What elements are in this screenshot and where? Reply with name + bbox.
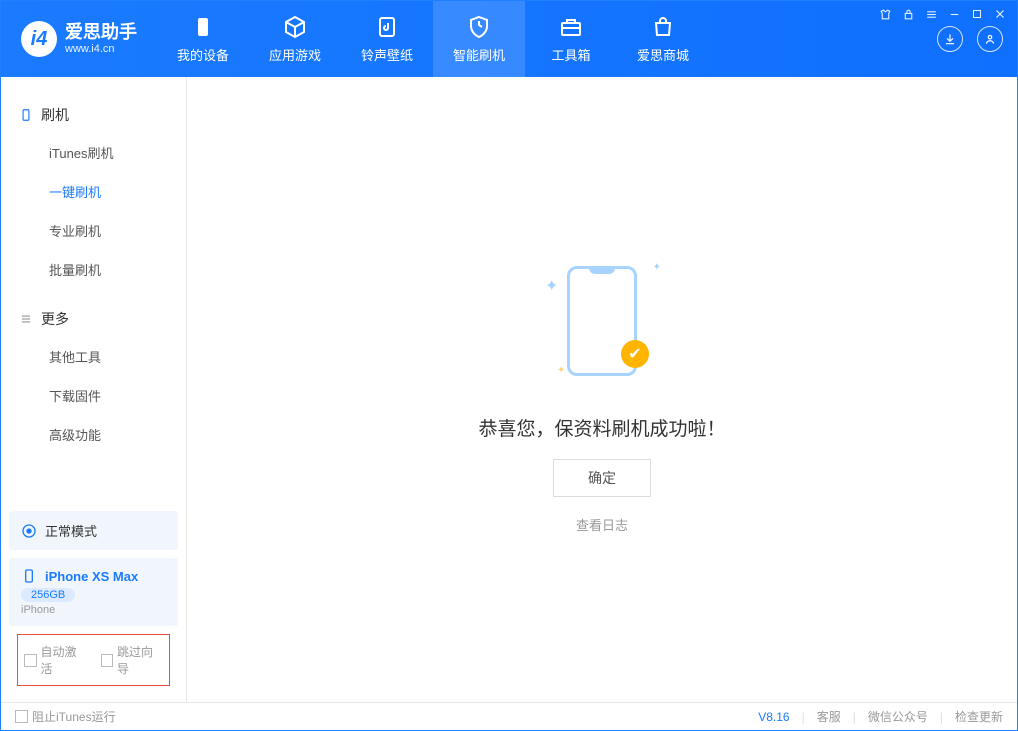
checkbox-icon xyxy=(15,710,28,723)
list-icon xyxy=(19,312,33,326)
checkbox-icon xyxy=(24,654,37,667)
main-tabs: 我的设备 应用游戏 铃声壁纸 智能刷机 工具箱 爱思商城 xyxy=(157,1,709,77)
tab-label: 我的设备 xyxy=(177,45,229,64)
divider: | xyxy=(940,710,943,724)
sidebar-item-batch-flash[interactable]: 批量刷机 xyxy=(1,250,186,289)
mode-label: 正常模式 xyxy=(45,521,97,540)
music-icon xyxy=(375,15,399,39)
sidebar-item-pro-flash[interactable]: 专业刷机 xyxy=(1,211,186,250)
phone-icon xyxy=(191,15,215,39)
tab-store[interactable]: 爱思商城 xyxy=(617,1,709,77)
group-label: 刷机 xyxy=(41,105,69,125)
logo-icon: i4 xyxy=(21,21,57,57)
device-type: iPhone xyxy=(21,604,166,616)
logo[interactable]: i4 爱思助手 www.i4.cn xyxy=(1,21,157,57)
tab-toolbox[interactable]: 工具箱 xyxy=(525,1,617,77)
checkbox-icon xyxy=(101,654,114,667)
shield-icon xyxy=(467,15,491,39)
support-link[interactable]: 客服 xyxy=(817,708,841,725)
bag-icon xyxy=(651,15,675,39)
success-message: 恭喜您，保资料刷机成功啦！ xyxy=(478,414,725,441)
tab-label: 应用游戏 xyxy=(269,45,321,64)
minimize-button[interactable] xyxy=(948,8,961,21)
device-capacity: 256GB xyxy=(21,588,75,602)
download-icon xyxy=(943,32,957,46)
sidebar-item-download-firmware[interactable]: 下载固件 xyxy=(1,376,186,415)
skip-guide-label: 跳过向导 xyxy=(117,643,163,677)
cube-icon xyxy=(283,15,307,39)
header: i4 爱思助手 www.i4.cn 我的设备 应用游戏 铃声壁纸 智能刷机 工具… xyxy=(1,1,1017,77)
mode-card[interactable]: 正常模式 xyxy=(9,511,178,550)
tab-ringtones[interactable]: 铃声壁纸 xyxy=(341,1,433,77)
user-icon xyxy=(983,32,997,46)
sidebar-group-more: 更多 xyxy=(1,301,186,337)
main-content: ✦ ✦ ✦ ✔ 恭喜您，保资料刷机成功啦！ 确定 查看日志 xyxy=(187,77,1017,702)
phone-small-icon xyxy=(21,568,37,584)
tab-label: 爱思商城 xyxy=(637,45,689,64)
device-icon xyxy=(19,108,33,122)
sidebar-group-flash: 刷机 xyxy=(1,97,186,133)
footer: 阻止iTunes运行 V8.16 | 客服 | 微信公众号 | 检查更新 xyxy=(1,702,1017,730)
window-controls xyxy=(879,7,1007,21)
app-name: 爱思助手 xyxy=(65,23,137,43)
success-illustration: ✦ ✦ ✦ ✔ xyxy=(537,246,667,396)
block-itunes-checkbox[interactable]: 阻止iTunes运行 xyxy=(15,708,116,725)
device-name: iPhone XS Max xyxy=(45,569,138,584)
sidebar-item-other-tools[interactable]: 其他工具 xyxy=(1,337,186,376)
download-button[interactable] xyxy=(937,26,963,52)
divider: | xyxy=(802,710,805,724)
auto-activate-checkbox[interactable]: 自动激活 xyxy=(24,643,87,677)
device-card[interactable]: iPhone XS Max 256GB iPhone xyxy=(9,558,178,626)
header-right xyxy=(937,26,1017,52)
shirt-icon[interactable] xyxy=(879,8,892,21)
app-site: www.i4.cn xyxy=(65,43,137,55)
mode-icon xyxy=(21,523,37,539)
sparkle-icon: ✦ xyxy=(557,365,565,376)
user-button[interactable] xyxy=(977,26,1003,52)
tab-label: 工具箱 xyxy=(551,45,590,64)
version-label: V8.16 xyxy=(758,710,789,724)
skip-guide-checkbox[interactable]: 跳过向导 xyxy=(101,643,164,677)
bottom-options-highlighted: 自动激活 跳过向导 xyxy=(17,634,170,686)
briefcase-icon xyxy=(559,15,583,39)
maximize-button[interactable] xyxy=(971,8,983,20)
tab-label: 铃声壁纸 xyxy=(361,45,413,64)
body: 刷机 iTunes刷机 一键刷机 专业刷机 批量刷机 更多 其他工具 下载固件 … xyxy=(1,77,1017,702)
tab-my-device[interactable]: 我的设备 xyxy=(157,1,249,77)
tab-apps[interactable]: 应用游戏 xyxy=(249,1,341,77)
view-log-link[interactable]: 查看日志 xyxy=(576,515,628,534)
menu-icon[interactable] xyxy=(925,8,938,21)
lock-icon[interactable] xyxy=(902,8,915,21)
group-label: 更多 xyxy=(41,309,69,329)
sidebar-item-advanced[interactable]: 高级功能 xyxy=(1,415,186,454)
check-update-link[interactable]: 检查更新 xyxy=(955,708,1003,725)
check-badge-icon: ✔ xyxy=(621,340,649,368)
divider: | xyxy=(853,710,856,724)
sidebar-bottom: 正常模式 iPhone XS Max 256GB iPhone 自动激活 跳过向… xyxy=(1,503,186,702)
sidebar-item-itunes-flash[interactable]: iTunes刷机 xyxy=(1,133,186,172)
auto-activate-label: 自动激活 xyxy=(41,643,87,677)
sidebar: 刷机 iTunes刷机 一键刷机 专业刷机 批量刷机 更多 其他工具 下载固件 … xyxy=(1,77,187,702)
close-button[interactable] xyxy=(993,7,1007,21)
wechat-link[interactable]: 微信公众号 xyxy=(868,708,928,725)
block-itunes-label: 阻止iTunes运行 xyxy=(32,708,116,725)
tab-flash[interactable]: 智能刷机 xyxy=(433,1,525,77)
sidebar-item-oneclick-flash[interactable]: 一键刷机 xyxy=(1,172,186,211)
sparkle-icon: ✦ xyxy=(545,276,558,296)
ok-button[interactable]: 确定 xyxy=(553,459,651,497)
sparkle-icon: ✦ xyxy=(653,262,661,273)
tab-label: 智能刷机 xyxy=(453,45,505,64)
